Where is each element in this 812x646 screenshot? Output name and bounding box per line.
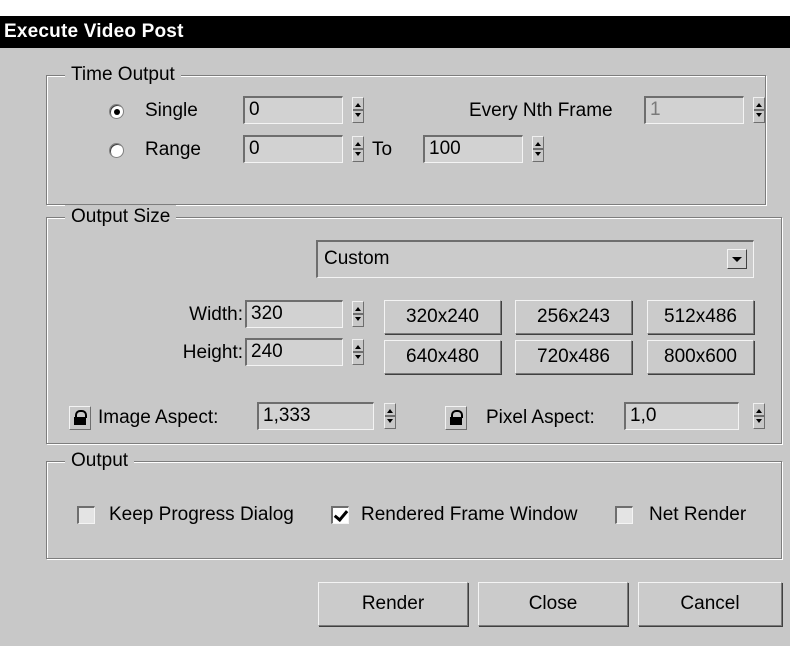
net-render-checkbox[interactable] <box>615 506 633 524</box>
preset-512x486-button[interactable]: 512x486 <box>647 300 754 334</box>
net-render-label: Net Render <box>649 504 747 525</box>
preset-720x486-button[interactable]: 720x486 <box>515 340 632 374</box>
output-size-preset-value: Custom <box>324 248 390 269</box>
width-input[interactable]: 320 <box>245 300 343 328</box>
width-label: Width: <box>189 304 243 325</box>
output-group: Output Keep Progress Dialog Rendered Fra… <box>46 449 782 559</box>
range-radio[interactable] <box>109 143 124 158</box>
preset-320x240-button[interactable]: 320x240 <box>384 300 501 334</box>
height-spinner[interactable] <box>352 339 364 365</box>
preset-800x600-button[interactable]: 800x600 <box>647 340 754 374</box>
image-aspect-input[interactable]: 1,333 <box>257 402 374 430</box>
every-nth-frame-label: Every Nth Frame <box>469 100 613 121</box>
every-nth-frame-input[interactable]: 1 <box>644 96 744 124</box>
time-output-legend: Time Output <box>65 63 181 87</box>
width-spinner[interactable] <box>352 301 364 327</box>
single-radio[interactable] <box>109 104 124 119</box>
pixel-aspect-label: Pixel Aspect: <box>486 407 595 428</box>
range-to-input[interactable]: 100 <box>423 135 523 163</box>
pixel-aspect-input[interactable]: 1,0 <box>624 402 739 430</box>
keep-progress-dialog-checkbox[interactable] <box>77 506 95 524</box>
preset-640x480-button[interactable]: 640x480 <box>384 340 501 374</box>
image-aspect-label: Image Aspect: <box>98 407 219 428</box>
every-nth-frame-spinner[interactable] <box>753 97 765 123</box>
single-frame-spinner[interactable] <box>352 97 364 123</box>
to-label: To <box>372 139 393 160</box>
window-title: Execute Video Post <box>0 16 790 48</box>
rendered-frame-window-checkbox[interactable] <box>331 506 349 524</box>
single-label: Single <box>145 100 198 121</box>
height-label: Height: <box>182 342 243 363</box>
chevron-down-icon[interactable] <box>727 249 747 269</box>
preset-256x243-button[interactable]: 256x243 <box>515 300 632 334</box>
image-aspect-lock-icon[interactable] <box>69 406 91 430</box>
output-size-legend: Output Size <box>65 205 177 229</box>
keep-progress-dialog-label: Keep Progress Dialog <box>109 504 294 525</box>
time-output-group: Time Output Single 0 Every Nth Frame 1 R… <box>46 63 766 205</box>
image-aspect-spinner[interactable] <box>384 403 396 429</box>
rendered-frame-window-label: Rendered Frame Window <box>361 504 578 525</box>
pixel-aspect-lock-icon[interactable] <box>445 406 467 430</box>
pixel-aspect-spinner[interactable] <box>753 403 765 429</box>
range-to-spinner[interactable] <box>532 136 544 162</box>
range-from-input[interactable]: 0 <box>243 135 343 163</box>
output-size-preset-dropdown[interactable]: Custom <box>316 240 754 278</box>
close-button[interactable]: Close <box>478 582 628 626</box>
height-input[interactable]: 240 <box>245 338 343 366</box>
output-legend: Output <box>65 449 135 473</box>
output-size-group: Output Size Custom Width: 320 Height: 24… <box>46 205 782 444</box>
render-button[interactable]: Render <box>318 582 468 626</box>
range-from-spinner[interactable] <box>352 136 364 162</box>
execute-video-post-dialog: Execute Video Post Time Output Single 0 … <box>0 16 790 646</box>
cancel-button[interactable]: Cancel <box>638 582 782 626</box>
single-frame-input[interactable]: 0 <box>243 96 343 124</box>
range-label: Range <box>145 139 201 160</box>
